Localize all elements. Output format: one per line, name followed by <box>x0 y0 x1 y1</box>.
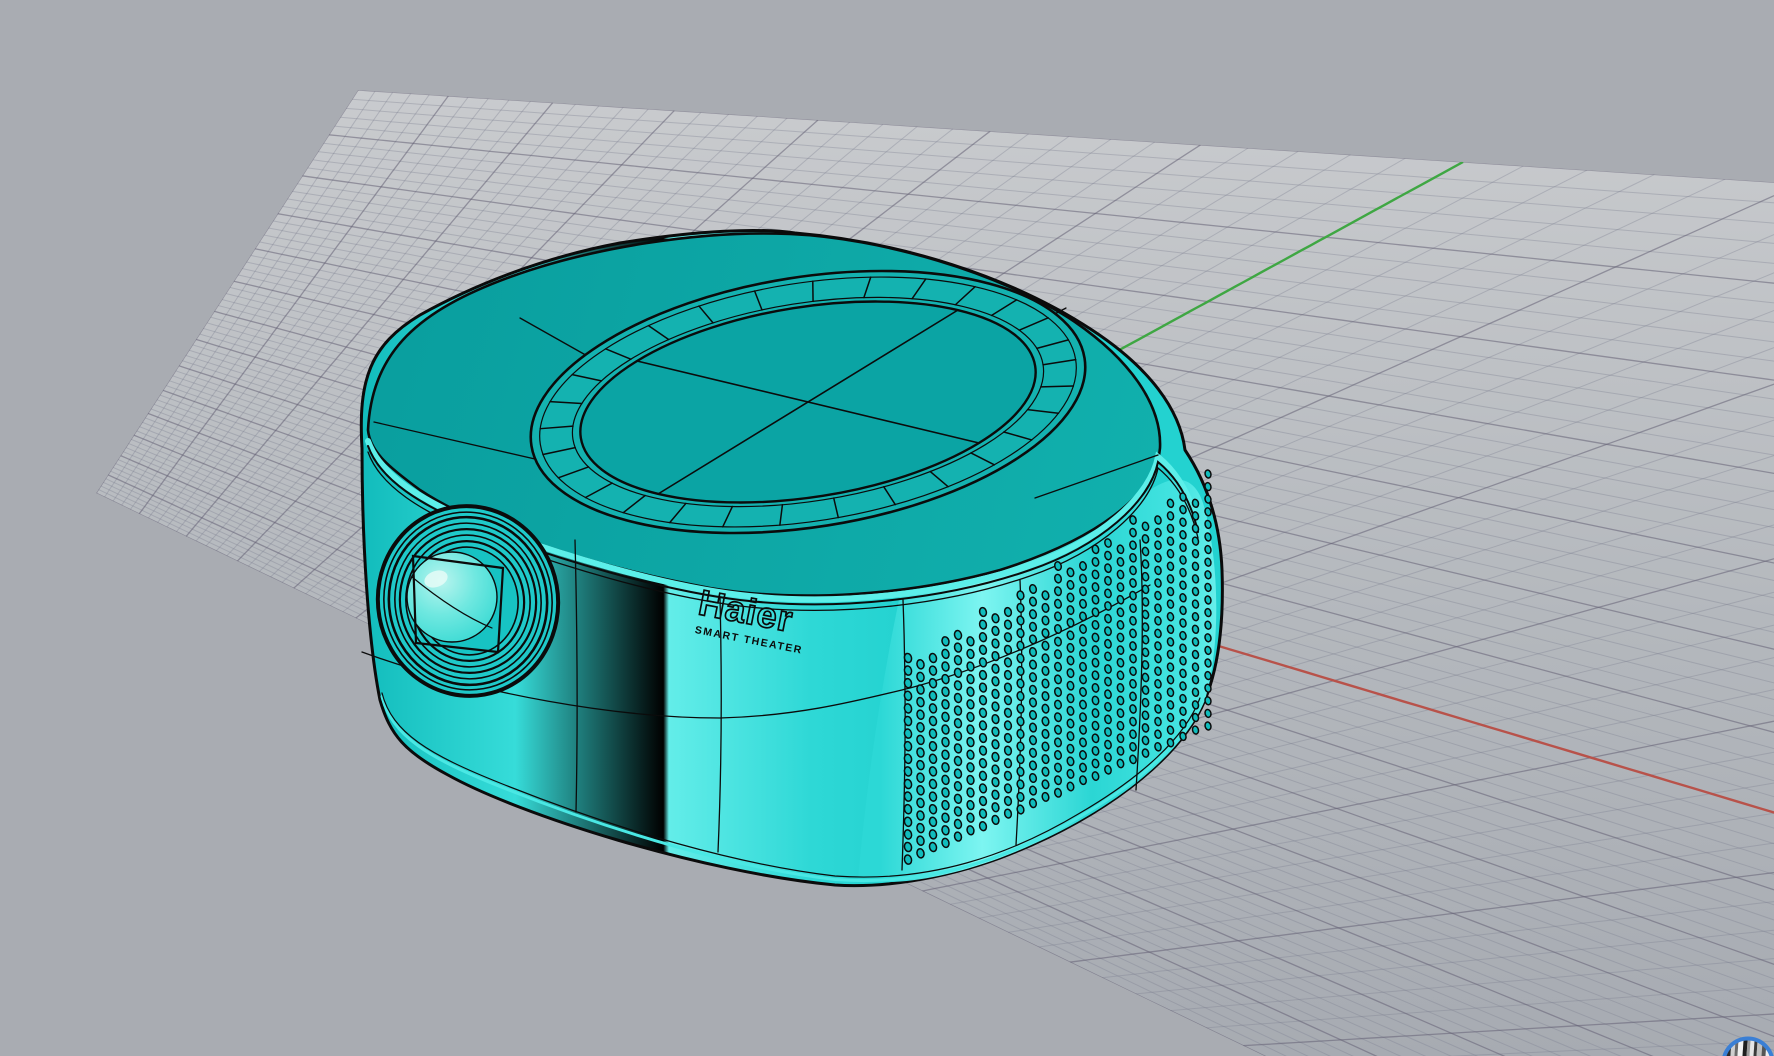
cad-3d-viewport[interactable]: Haier SMART THEATER <box>0 0 1774 1056</box>
